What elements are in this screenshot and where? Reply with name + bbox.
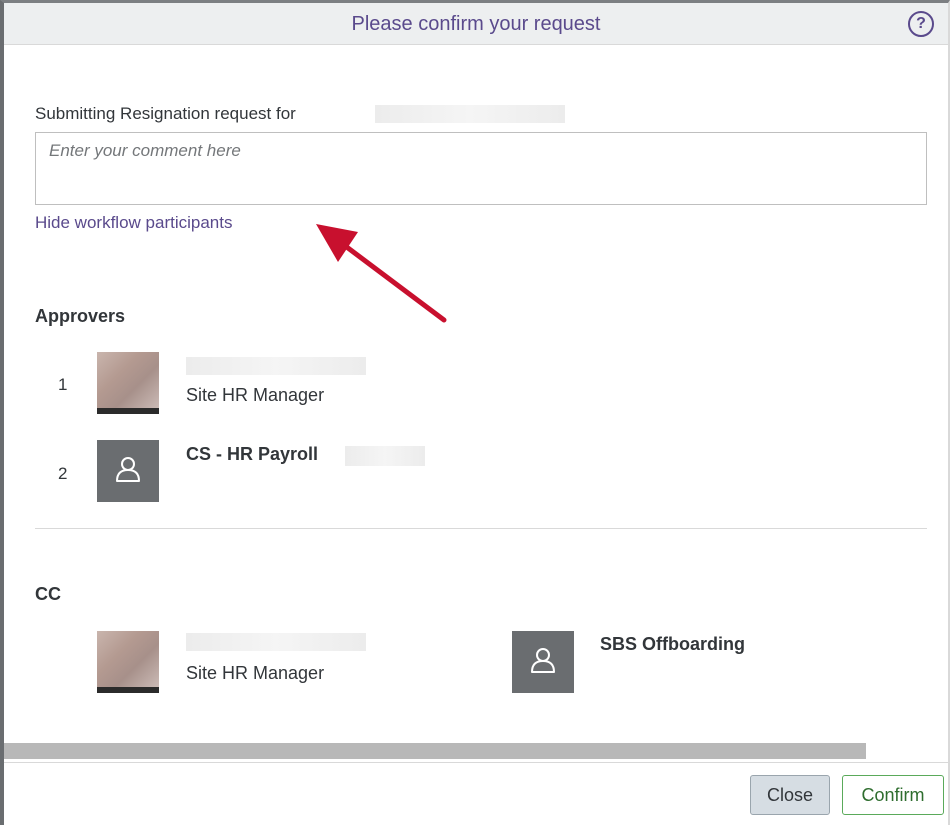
redacted-employee-name	[375, 105, 565, 123]
hide-workflow-participants-link[interactable]: Hide workflow participants	[35, 213, 232, 233]
close-button[interactable]: Close	[750, 775, 830, 815]
redacted-approver-name	[186, 357, 366, 375]
approvers-title: Approvers	[35, 306, 126, 326]
approver-name: CS - HR Payroll	[186, 444, 319, 464]
cc-name: SBS Offboarding	[600, 634, 745, 654]
approver-order: 1	[58, 375, 68, 394]
avatar	[97, 440, 159, 502]
cc-title: CC	[35, 584, 61, 604]
redacted-approver-suffix	[345, 446, 425, 466]
person-photo	[97, 631, 159, 693]
dialog-header: Please confirm your request ?	[4, 3, 948, 45]
annotation-arrow-icon	[316, 224, 447, 323]
comment-input[interactable]: Enter your comment here	[35, 132, 927, 205]
horizontal-scrollbar[interactable]	[4, 743, 866, 759]
cc-role: Site HR Manager	[186, 663, 325, 683]
person-icon	[531, 648, 555, 673]
question-circle-icon[interactable]: ?	[908, 11, 934, 37]
person-icon	[116, 457, 140, 482]
approver-order: 2	[58, 464, 68, 483]
request-label: Submitting Resignation request for	[35, 104, 296, 123]
approver-role: Site HR Manager	[186, 385, 325, 405]
avatar	[512, 631, 574, 693]
redacted-cc-name	[186, 633, 366, 651]
section-divider	[35, 528, 927, 529]
person-photo	[97, 352, 159, 414]
dialog-title: Please confirm your request	[351, 13, 601, 35]
dialog-footer: Close Confirm	[4, 762, 948, 825]
confirm-button[interactable]: Confirm	[842, 775, 944, 815]
